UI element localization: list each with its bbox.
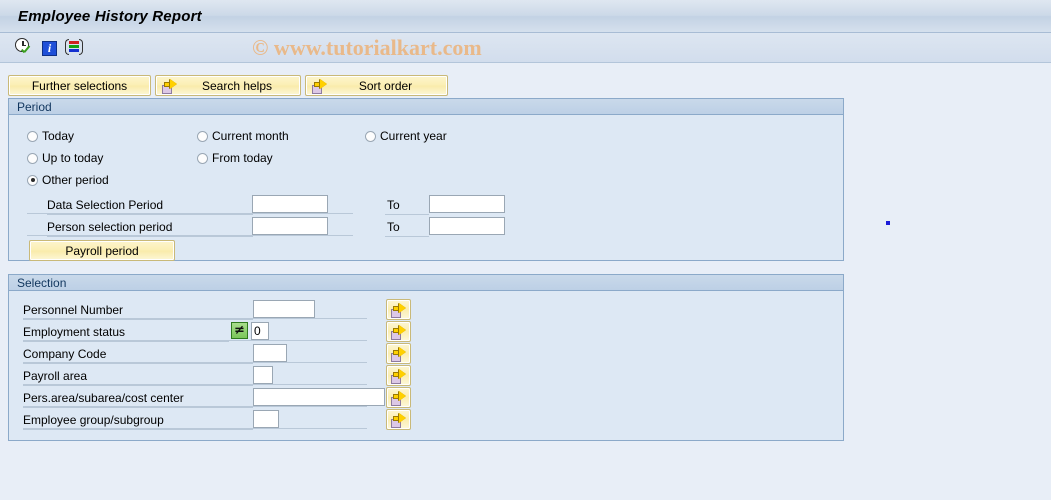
selection-button-bar: Further selections Search helps Sort ord… xyxy=(8,75,448,96)
person-selection-period-from-input[interactable] xyxy=(252,217,328,235)
radio-other-period[interactable] xyxy=(27,174,38,186)
arrow-right-page-icon xyxy=(312,78,328,94)
radio-current-year-label: Current year xyxy=(380,129,447,143)
radio-other-period-label: Other period xyxy=(42,173,109,187)
selection-list-icon[interactable] xyxy=(65,38,85,58)
radio-option-from-today[interactable]: From today xyxy=(197,151,273,165)
sort-order-label: Sort order xyxy=(358,78,413,93)
person-selection-period-label: Person selection period xyxy=(47,218,253,237)
page-title: Employee History Report xyxy=(18,7,202,25)
employment-status-operator-button[interactable]: ≠ xyxy=(231,322,248,339)
period-panel-body: Today Current month Current year Up to t… xyxy=(9,115,843,261)
search-helps-button[interactable]: Search helps xyxy=(155,75,301,96)
information-icon[interactable]: i xyxy=(42,40,57,56)
company-code-row: Company Code xyxy=(23,344,253,364)
payroll-area-input[interactable] xyxy=(253,366,273,384)
data-selection-period-row: Data Selection Period xyxy=(47,195,253,215)
arrow-right-page-icon xyxy=(391,346,407,362)
pers-area-subarea-cost-center-multi-select-button[interactable] xyxy=(386,387,411,408)
radio-from-today-label: From today xyxy=(212,151,273,165)
watermark-text: © www.tutorialkart.com xyxy=(252,34,482,60)
radio-from-today[interactable] xyxy=(197,152,208,164)
application-toolbar: i © www.tutorialkart.com xyxy=(0,33,1051,63)
radio-up-to-today-label: Up to today xyxy=(42,151,104,165)
data-selection-period-to-block: To xyxy=(385,195,429,215)
cursor-artifact xyxy=(886,221,890,225)
selection-panel-header: Selection xyxy=(9,275,843,291)
arrow-right-page-icon xyxy=(391,324,407,340)
person-selection-period-to-input[interactable] xyxy=(429,217,505,235)
radio-current-month-label: Current month xyxy=(212,129,289,143)
employment-status-input[interactable] xyxy=(251,322,269,340)
radio-today[interactable] xyxy=(27,130,38,142)
payroll-area-multi-select-button[interactable] xyxy=(386,365,411,386)
payroll-area-row: Payroll area xyxy=(23,366,253,386)
arrow-right-page-icon xyxy=(391,302,407,318)
employment-status-label: Employment status xyxy=(23,323,229,342)
further-selections-button[interactable]: Further selections xyxy=(8,75,151,96)
personnel-number-multi-select-button[interactable] xyxy=(386,299,411,320)
data-selection-period-to-input[interactable] xyxy=(429,195,505,213)
selection-panel-body: Personnel Number Employment status ≠ 0 C… xyxy=(9,291,843,439)
data-selection-period-to-label: To xyxy=(385,196,429,215)
radio-option-up-to-today[interactable]: Up to today xyxy=(27,151,103,165)
employment-status-row: Employment status xyxy=(23,322,229,342)
person-selection-period-to-label: To xyxy=(385,218,429,237)
period-panel: Period Today Current month Current year … xyxy=(8,98,844,261)
arrow-right-page-icon xyxy=(162,78,178,94)
color-bars xyxy=(69,40,79,53)
execute-clock-icon[interactable] xyxy=(14,37,34,58)
selection-panel: Selection Personnel Number Employment st… xyxy=(8,274,844,441)
radio-option-other-period[interactable]: Other period xyxy=(27,173,109,187)
radio-today-label: Today xyxy=(42,129,75,143)
employment-status-multi-select-button[interactable] xyxy=(386,321,411,342)
company-code-label: Company Code xyxy=(23,345,253,364)
green-check-mark xyxy=(21,46,31,56)
bracket-right xyxy=(79,38,83,55)
personnel-number-label: Personnel Number xyxy=(23,301,253,320)
company-code-multi-select-button[interactable] xyxy=(386,343,411,364)
arrow-right-page-icon xyxy=(391,390,407,406)
employee-group-subgroup-input[interactable] xyxy=(253,410,279,428)
radio-option-current-year[interactable]: Current year xyxy=(365,129,447,143)
employee-group-subgroup-row: Employee group/subgroup xyxy=(23,410,253,430)
data-selection-period-label: Data Selection Period xyxy=(47,196,253,215)
company-code-input[interactable] xyxy=(253,344,287,362)
arrow-right-page-icon xyxy=(391,412,407,428)
radio-option-today[interactable]: Today xyxy=(27,129,74,143)
window-title-bar: Employee History Report xyxy=(0,0,1051,33)
employee-group-subgroup-label: Employee group/subgroup xyxy=(23,411,253,430)
person-selection-period-to-block: To xyxy=(385,217,429,237)
person-selection-period-row: Person selection period xyxy=(47,217,253,237)
arrow-right-page-icon xyxy=(391,368,407,384)
radio-current-year[interactable] xyxy=(365,130,376,142)
personnel-number-row: Personnel Number xyxy=(23,300,253,320)
information-glyph: i xyxy=(47,40,52,55)
employee-group-subgroup-multi-select-button[interactable] xyxy=(386,409,411,430)
sort-order-button[interactable]: Sort order xyxy=(305,75,448,96)
radio-current-month[interactable] xyxy=(197,130,208,142)
pers-area-subarea-cost-center-input[interactable] xyxy=(253,388,385,406)
data-selection-period-from-input[interactable] xyxy=(252,195,328,213)
radio-up-to-today[interactable] xyxy=(27,152,38,164)
period-panel-header: Period xyxy=(9,99,843,115)
payroll-area-label: Payroll area xyxy=(23,367,253,386)
payroll-period-label: Payroll period xyxy=(65,243,139,258)
not-equal-icon: ≠ xyxy=(234,323,245,338)
personnel-number-input[interactable] xyxy=(253,300,315,318)
payroll-period-button[interactable]: Payroll period xyxy=(29,240,175,261)
further-selections-label: Further selections xyxy=(31,78,128,93)
pers-area-subarea-cost-center-row: Pers.area/subarea/cost center xyxy=(23,388,253,408)
radio-option-current-month[interactable]: Current month xyxy=(197,129,289,143)
pers-area-subarea-cost-center-label: Pers.area/subarea/cost center xyxy=(23,389,253,408)
search-helps-label: Search helps xyxy=(201,78,273,93)
